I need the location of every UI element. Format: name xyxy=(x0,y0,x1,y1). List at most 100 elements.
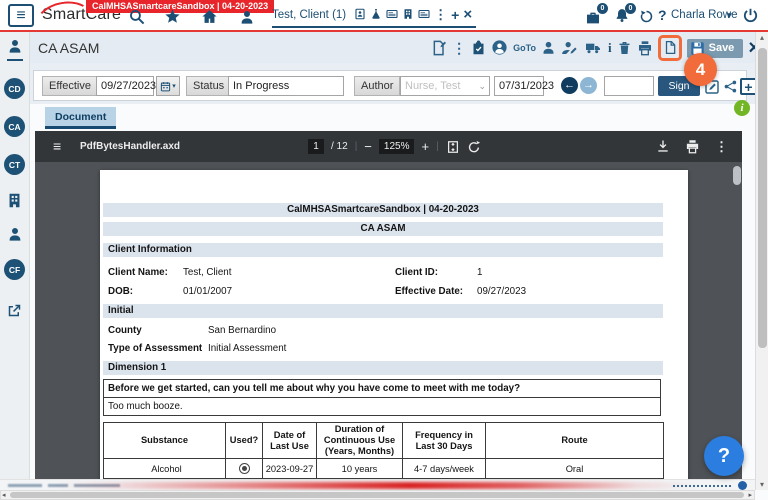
zoom-in-icon[interactable]: + xyxy=(421,139,429,154)
client-tab-label[interactable]: Test, Client (1) xyxy=(272,9,346,21)
client-id-value: 1 xyxy=(477,267,482,279)
history-icon[interactable] xyxy=(639,8,654,26)
scroll-up-icon[interactable]: ▴ xyxy=(756,33,768,42)
question-text: Before we get started, can you tell me a… xyxy=(104,380,660,398)
sidebar-item-facility[interactable] xyxy=(6,192,23,209)
calendar-picker-button[interactable]: ▾ xyxy=(156,76,180,96)
client-close-icon[interactable]: × xyxy=(463,6,472,23)
end-date-input[interactable]: 07/31/2023 xyxy=(494,76,544,96)
share-route-icon[interactable] xyxy=(723,78,738,98)
print-icon[interactable] xyxy=(637,39,653,57)
effective-label: Effective xyxy=(42,76,98,96)
pdf-separator: | xyxy=(355,141,358,152)
header-kebab-icon[interactable]: ⋮ xyxy=(452,40,466,57)
client-name-label: Client Name: xyxy=(108,267,168,279)
fit-to-page-icon[interactable] xyxy=(446,140,460,154)
open-client-tab[interactable]: Test, Client (1) ⋮ + × xyxy=(272,5,476,28)
effective-date-input[interactable]: 09/27/2023 xyxy=(96,76,154,96)
rotate-icon[interactable] xyxy=(467,140,481,154)
pdf-page: CalMHSASmartcareSandbox | 04-20-2023 CA … xyxy=(100,170,688,481)
previous-arrow-button[interactable]: ← xyxy=(561,77,578,94)
status-input[interactable]: In Progress xyxy=(228,76,344,96)
vertical-scrollbar-thumb[interactable] xyxy=(758,48,767,348)
sidebar-item-ca[interactable]: CA xyxy=(4,116,25,137)
goto-button[interactable]: GoTo xyxy=(513,43,536,53)
home-icon[interactable] xyxy=(201,8,218,26)
user-menu-chevron-icon[interactable]: ▾ xyxy=(727,10,732,21)
sidebar-item-cd[interactable]: CD xyxy=(4,78,25,99)
scroll-right-icon[interactable]: ▸ xyxy=(748,491,752,500)
pdf-doc-banner: CalMHSASmartcareSandbox | 04-20-2023 xyxy=(103,203,663,217)
horizontal-scrollbar-thumb[interactable] xyxy=(10,492,744,498)
cell-duration: 10 years xyxy=(317,459,403,479)
status-label: Status xyxy=(186,76,231,96)
sidebar-item-external-link[interactable] xyxy=(7,303,22,318)
lab-flask-icon[interactable] xyxy=(370,6,382,24)
col-substance: Substance xyxy=(104,423,226,459)
sidebar-item-client-active[interactable] xyxy=(7,38,23,61)
pdf-page-input[interactable]: 1 xyxy=(308,139,324,154)
author-label: Author xyxy=(354,76,400,96)
clipboard-check-icon[interactable] xyxy=(471,39,486,57)
signed-field-input[interactable] xyxy=(604,76,654,96)
green-info-button[interactable]: i xyxy=(734,100,750,116)
calendar-icon xyxy=(160,81,171,92)
main-menu-icon[interactable]: ≡ xyxy=(8,4,34,27)
pdf-toolbar: ≡ PdfBytesHandler.axd 1 / 12 | − 125% + … xyxy=(35,131,742,162)
question-box: Before we get started, can you tell me a… xyxy=(103,379,661,416)
app-window: ≡ SmartCare CalMHSASmartcareSandbox | 04… xyxy=(0,0,768,500)
next-arrow-button[interactable]: → xyxy=(580,77,597,94)
info-icon[interactable]: i xyxy=(608,40,612,56)
client-add-icon[interactable]: + xyxy=(451,7,459,23)
step-annotation-badge: 4 xyxy=(684,53,717,86)
substance-table: Substance Used? Date of Last Use Duratio… xyxy=(103,422,664,479)
new-document-pen-icon[interactable] xyxy=(431,39,447,57)
client-name-value: Test, Client xyxy=(183,267,231,279)
pdf-filename: PdfBytesHandler.axd xyxy=(80,141,180,152)
client-list-icon[interactable] xyxy=(418,6,430,24)
scroll-down-icon[interactable]: ▾ xyxy=(756,480,768,489)
county-row: County San Bernardino xyxy=(100,325,660,337)
county-label: County xyxy=(108,325,142,337)
transport-truck-icon[interactable] xyxy=(583,39,603,57)
sidebar-item-person[interactable] xyxy=(7,226,23,242)
assessment-type-label: Type of Assessment xyxy=(108,343,202,355)
edit-person-icon[interactable] xyxy=(561,39,578,57)
document-toolbar: Effective 09/27/2023 ▾ Status In Progres… xyxy=(33,70,747,101)
new-document-icon[interactable] xyxy=(663,39,677,57)
vertical-scrollbar[interactable]: ▴ ▾ xyxy=(755,32,768,490)
effective-date-value: 09/27/2023 xyxy=(477,286,526,298)
client-search-person-icon[interactable] xyxy=(239,8,255,26)
logout-power-icon[interactable] xyxy=(742,7,759,25)
facility-icon[interactable] xyxy=(402,6,414,24)
favorites-star-icon[interactable] xyxy=(164,8,181,26)
pdf-download-icon[interactable] xyxy=(656,138,670,156)
zoom-out-icon[interactable]: − xyxy=(364,139,372,154)
author-value: Nurse, Test xyxy=(405,80,460,92)
client-person-icon[interactable] xyxy=(541,39,556,57)
client-summary-icon[interactable] xyxy=(354,6,366,24)
tab-document[interactable]: Document xyxy=(45,107,116,129)
search-icon[interactable] xyxy=(128,8,145,26)
pdf-menu-icon[interactable]: ≡ xyxy=(53,138,61,154)
new-document-highlight-ring xyxy=(658,35,682,61)
pdf-zoom-level[interactable]: 125% xyxy=(379,139,415,154)
help-icon[interactable]: ? xyxy=(658,7,667,23)
page-title: CA ASAM xyxy=(38,40,99,56)
client-card-icon[interactable] xyxy=(386,6,398,24)
author-avatar-icon[interactable] xyxy=(491,39,508,57)
scroll-left-icon[interactable]: ◂ xyxy=(2,491,6,500)
author-chevron-icon: ⌄ xyxy=(478,77,486,95)
help-bubble-button[interactable]: ? xyxy=(704,436,744,476)
pdf-canvas: CalMHSASmartcareSandbox | 04-20-2023 CA … xyxy=(35,162,742,481)
pdf-scrollbar-thumb[interactable] xyxy=(733,166,741,185)
status-blue-dot-icon xyxy=(738,481,747,490)
sidebar-item-ct[interactable]: CT xyxy=(4,154,25,175)
sidebar-item-cf[interactable]: CF xyxy=(4,259,25,280)
pdf-more-kebab-icon[interactable]: ⋮ xyxy=(715,139,728,155)
pdf-print-icon[interactable] xyxy=(685,138,700,156)
horizontal-scrollbar[interactable]: ◂ ▸ xyxy=(0,490,755,500)
client-more-kebab-icon[interactable]: ⋮ xyxy=(434,7,447,23)
pdf-page-count: / 12 xyxy=(331,141,348,152)
delete-trash-icon[interactable] xyxy=(617,39,632,57)
